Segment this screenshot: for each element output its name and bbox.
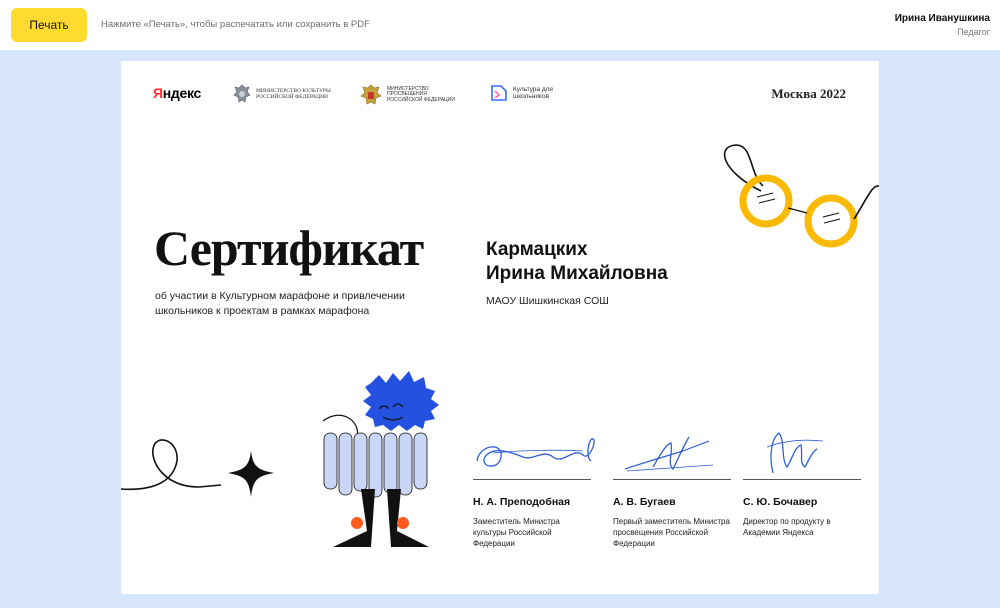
signatory-role: Заместитель Министра культуры Российской… [473,517,560,548]
recipient-surname: Кармацких [486,239,588,260]
signature-icon [766,432,824,474]
signatory-name: А. В. Бугаев [613,496,676,508]
signature-block-2: А. В. Бугаев Первый заместитель Министра… [613,427,731,549]
ministry-education-logo: Министерство просвещения Российской Феде… [359,83,459,107]
certificate-title: Сертификат [154,220,424,276]
recipient-name: Кармацких Ирина Михайловна [486,238,786,286]
print-hint: Нажмите «Печать», чтобы распечатать или … [101,19,370,30]
signature-icon [476,438,595,467]
sparkle-icon [228,451,274,497]
emblem-icon [360,84,382,105]
print-button[interactable]: Печать [11,8,87,42]
signatory-role: Директор по продукту в Академии Яндекса [743,517,831,537]
signatory-name: С. Ю. Бочавер [743,496,818,508]
yandex-logo: Яндекс [153,85,202,101]
culture-kids-icon [491,85,507,101]
ministry-culture-logo: Министерство культуры Российской Федерац… [232,83,340,105]
emblem-icon [233,84,251,103]
certificate: Яндекс Министерство культуры Российской … [121,61,879,594]
user-name: Ирина Иванушкина [894,13,990,24]
certificate-subtitle: об участии в Культурном марафоне и привл… [155,290,405,317]
signature-icon [624,436,714,472]
signature-block-3: С. Ю. Бочавер Директор по продукту в Ака… [743,427,861,538]
signature-block-1: Н. А. Преподобная Заместитель Министра к… [473,427,595,549]
toolbar: Печать Нажмите «Печать», чтобы распечата… [0,0,1000,50]
city-year: Москва 2022 [771,86,846,101]
signatory-name: Н. А. Преподобная [473,496,571,508]
school-name: МАОУ Шишкинская СОШ [486,295,609,307]
signatory-role: Первый заместитель Министра просвещения … [613,517,730,548]
recipient-first-name: Ирина Михайловна [486,263,668,284]
culture-kids-logo: Культура для школьников [489,83,583,103]
user-role: Педагог [957,27,990,37]
